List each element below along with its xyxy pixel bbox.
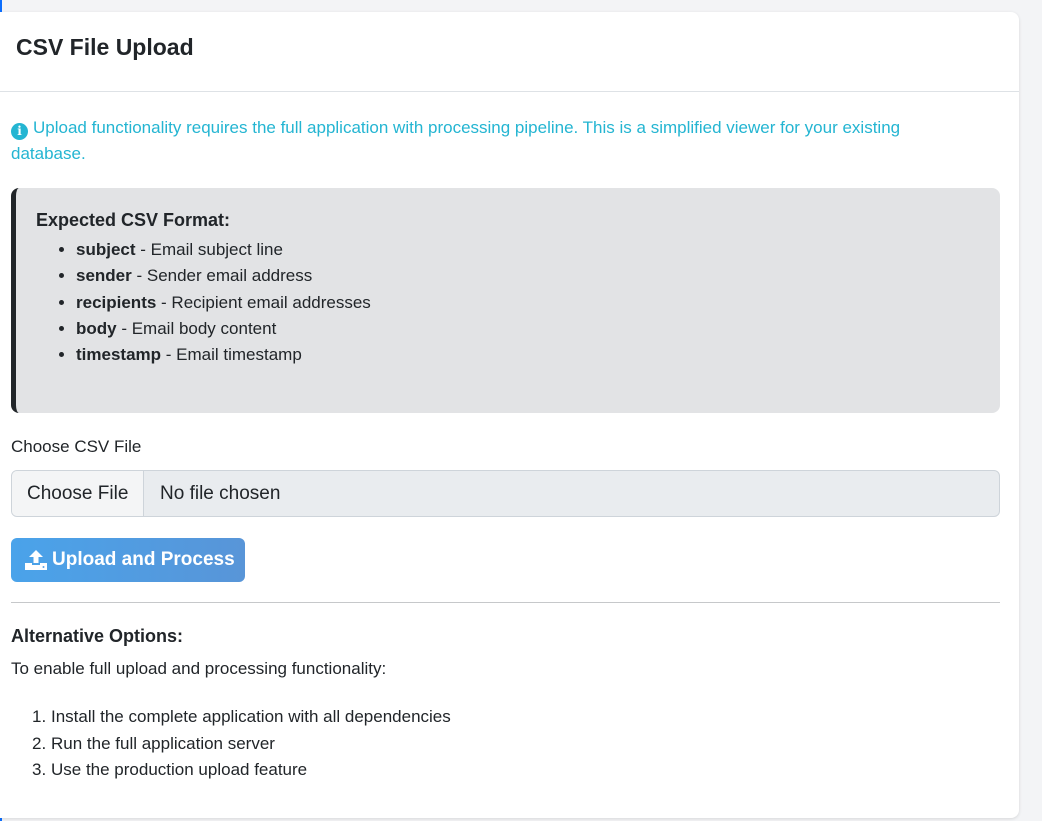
info-alert: i Upload functionality requires the full … bbox=[11, 115, 971, 167]
info-alert-text: Upload functionality requires the full a… bbox=[11, 118, 901, 163]
field-name: subject bbox=[76, 240, 136, 259]
list-item: recipients - Recipient email addresses bbox=[76, 290, 980, 316]
step-text: Run the full application server bbox=[51, 733, 275, 753]
file-input-label: Choose CSV File bbox=[11, 437, 142, 456]
field-name: recipients bbox=[76, 292, 157, 312]
field-description: - Email body content bbox=[116, 318, 277, 338]
page-title: CSV File Upload bbox=[16, 34, 194, 60]
alternative-options-title: Alternative Options: bbox=[11, 626, 184, 646]
list-item: timestamp - Email timestamp bbox=[76, 342, 980, 368]
upload-icon bbox=[25, 550, 47, 570]
csv-format-list: subject - Email subject line sender - Se… bbox=[36, 237, 980, 368]
csv-format-box: Expected CSV Format: subject - Email sub… bbox=[11, 188, 1000, 413]
field-name: timestamp bbox=[76, 345, 162, 365]
list-item: subject - Email subject line bbox=[76, 237, 980, 263]
csv-file-input[interactable]: Choose File No file chosen bbox=[11, 470, 1000, 517]
upload-card: CSV File Upload i Upload functionality re… bbox=[0, 12, 1019, 818]
alternative-steps-list: 1. Install the complete application with … bbox=[11, 704, 1000, 784]
file-name-display: No file chosen bbox=[160, 482, 281, 504]
list-item: sender - Sender email address bbox=[76, 263, 980, 289]
info-circle-icon: i bbox=[11, 123, 28, 140]
field-description: - Email timestamp bbox=[161, 345, 302, 365]
field-description: - Email subject line bbox=[135, 240, 283, 259]
list-item: body - Email body content bbox=[76, 316, 980, 342]
choose-file-button[interactable]: Choose File bbox=[12, 471, 144, 516]
card-body: i Upload functionality requires the full … bbox=[0, 115, 1019, 784]
section-divider bbox=[11, 602, 1000, 603]
card-header: CSV File Upload bbox=[0, 12, 1019, 92]
step-number: 2. bbox=[32, 733, 47, 753]
alternative-options-description: To enable full upload and processing fun… bbox=[11, 659, 387, 678]
csv-format-title: Expected CSV Format: bbox=[36, 210, 231, 230]
list-item: 2. Run the full application server bbox=[32, 731, 1000, 758]
list-item: 3. Use the production upload feature bbox=[32, 757, 1000, 784]
upload-button-label: Upload and Process bbox=[52, 549, 235, 570]
step-text: Use the production upload feature bbox=[51, 760, 308, 779]
upload-and-process-button[interactable]: Upload and Process bbox=[11, 538, 245, 582]
step-text: Install the complete application with al… bbox=[51, 707, 451, 726]
field-description: - Sender email address bbox=[131, 266, 313, 286]
step-number: 3. bbox=[32, 760, 47, 779]
field-name: body bbox=[76, 318, 117, 338]
field-name: sender bbox=[76, 266, 132, 286]
step-number: 1. bbox=[32, 707, 47, 726]
list-item: 1. Install the complete application with … bbox=[32, 704, 1000, 731]
field-description: - Recipient email addresses bbox=[156, 292, 371, 312]
